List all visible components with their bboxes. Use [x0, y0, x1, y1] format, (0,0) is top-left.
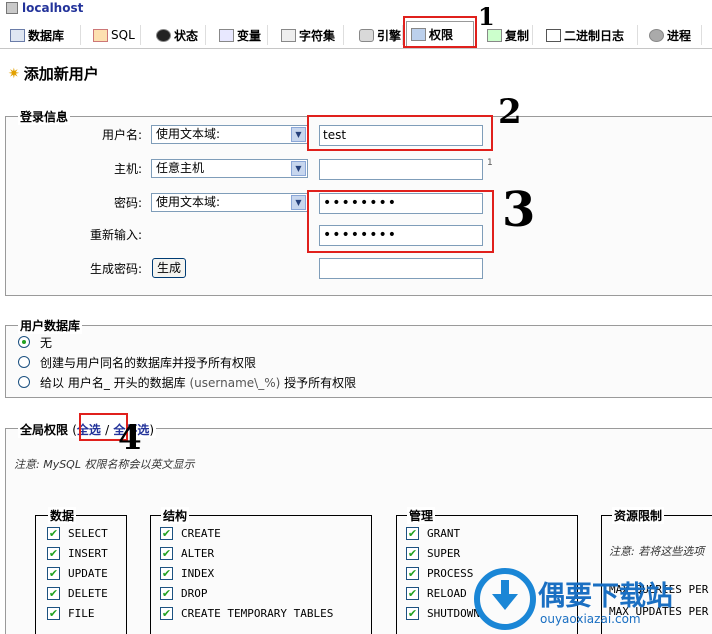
annotation-2: 2	[498, 92, 522, 132]
annotation-4: 4	[118, 418, 142, 458]
checkbox-delete[interactable]: ✔	[47, 587, 60, 600]
radio-db-prefix-grant-label: 给以 用户名_ 开头的数据库 (username\_%) 授予所有权限	[40, 376, 357, 390]
checkbox-grant[interactable]: ✔	[406, 527, 419, 540]
privileges-note: 注意: MySQL 权限名称会以英文显示	[14, 458, 195, 471]
user-database-legend: 用户数据库	[18, 317, 83, 334]
radio-db-none[interactable]	[18, 336, 30, 348]
privilege-group-data-title: 数据	[48, 507, 77, 524]
annotation-3: 3	[502, 182, 536, 238]
annotation-1: 1	[478, 2, 495, 31]
checkbox-file[interactable]: ✔	[47, 607, 60, 620]
checkbox-create-label: CREATE	[181, 527, 221, 540]
process-icon	[649, 28, 664, 42]
checkbox-drop-label: DROP	[181, 587, 208, 600]
database-icon	[10, 28, 25, 42]
checkbox-shutdown[interactable]: ✔	[406, 607, 419, 620]
checkbox-update[interactable]: ✔	[47, 567, 60, 580]
checkbox-index[interactable]: ✔	[160, 567, 173, 580]
resource-limits-title: 资源限制	[612, 507, 665, 524]
watermark-logo-icon	[474, 568, 536, 630]
watermark-url: ouyaoxiazai.com	[540, 612, 641, 626]
watermark-name: 偶要下载站	[538, 581, 673, 612]
host-input[interactable]	[319, 159, 483, 180]
checkbox-insert-label: INSERT	[68, 547, 108, 560]
tab-engines[interactable]: 引擎	[355, 25, 403, 45]
generate-password-button[interactable]: 生成	[152, 258, 187, 278]
checkbox-file-label: FILE	[68, 607, 95, 620]
password-type-select[interactable]: 使用文本域: ▼	[151, 193, 308, 212]
radio-db-create-same-name-label: 创建与用户同名的数据库并授予所有权限	[40, 356, 257, 370]
checkbox-select[interactable]: ✔	[47, 527, 60, 540]
tab-variables[interactable]: 变量	[215, 25, 268, 45]
checkbox-alter-label: ALTER	[181, 547, 215, 560]
chevron-down-icon: ▼	[291, 161, 306, 176]
checkbox-alter[interactable]: ✔	[160, 547, 173, 560]
username-label: 用户名:	[101, 128, 142, 142]
chevron-down-icon: ▼	[291, 195, 306, 210]
charset-icon	[281, 28, 296, 42]
radio-db-prefix-grant[interactable]	[18, 376, 30, 388]
checkbox-create[interactable]: ✔	[160, 527, 173, 540]
radio-db-create-same-name[interactable]	[18, 356, 30, 368]
tab-binlog[interactable]: 二进制日志	[542, 25, 638, 45]
checkbox-create-temporary-tables[interactable]: ✔	[160, 607, 173, 620]
privilege-group-administration-title: 管理	[407, 507, 436, 524]
chevron-down-icon: ▼	[291, 127, 306, 142]
server-breadcrumb[interactable]: localhost	[6, 0, 83, 16]
tab-processes[interactable]: 进程	[645, 25, 702, 45]
login-info-legend: 登录信息	[18, 108, 71, 125]
username-type-select[interactable]: 使用文本域: ▼	[151, 125, 308, 144]
tab-databases[interactable]: 数据库	[6, 25, 81, 45]
host-select[interactable]: 任意主机 ▼	[151, 159, 308, 178]
checkbox-super[interactable]: ✔	[406, 547, 419, 560]
generated-password-input[interactable]	[319, 258, 483, 279]
tab-status[interactable]: 状态	[152, 25, 206, 45]
server-icon	[6, 2, 18, 14]
checkbox-grant-label: GRANT	[427, 527, 461, 540]
checkbox-select-label: SELECT	[68, 527, 108, 540]
checkbox-drop[interactable]: ✔	[160, 587, 173, 600]
status-icon	[156, 28, 171, 42]
checkbox-insert[interactable]: ✔	[47, 547, 60, 560]
tab-sql[interactable]: SQL	[89, 25, 141, 45]
host-label: 主机:	[113, 162, 142, 176]
page-title: ✷ 添加新用户	[8, 65, 99, 83]
privilege-group-structure-title: 结构	[161, 507, 190, 524]
checkbox-update-label: UPDATE	[68, 567, 108, 580]
checkbox-index-label: INDEX	[181, 567, 215, 580]
engine-icon	[359, 28, 374, 42]
checkbox-delete-label: DELETE	[68, 587, 108, 600]
checkbox-reload[interactable]: ✔	[406, 587, 419, 600]
site-watermark: 偶要下载站 ouyaoxiazai.com	[466, 566, 712, 634]
checkbox-process[interactable]: ✔	[406, 567, 419, 580]
radio-db-none-label: 无	[40, 336, 53, 350]
tab-charset[interactable]: 字符集	[277, 25, 344, 45]
resource-limits-note: 注意: 若将这些选项	[609, 545, 705, 558]
generate-password-label: 生成密码:	[89, 262, 142, 276]
binlog-icon	[546, 28, 561, 42]
server-name[interactable]: localhost	[22, 1, 83, 15]
variables-icon	[219, 28, 234, 42]
highlight-box-username	[307, 115, 493, 151]
star-icon: ✷	[8, 65, 20, 82]
retype-password-label: 重新输入:	[89, 228, 142, 242]
highlight-box-privileges	[403, 16, 477, 48]
sql-icon	[93, 28, 108, 42]
checkbox-create-temporary-tables-label: CREATE TEMPORARY TABLES	[181, 607, 334, 620]
checkbox-reload-label: RELOAD	[427, 587, 467, 600]
checkbox-super-label: SUPER	[427, 547, 461, 560]
host-footnote: 1	[487, 158, 493, 168]
password-label: 密码:	[113, 196, 142, 210]
highlight-box-passwords	[307, 190, 494, 253]
